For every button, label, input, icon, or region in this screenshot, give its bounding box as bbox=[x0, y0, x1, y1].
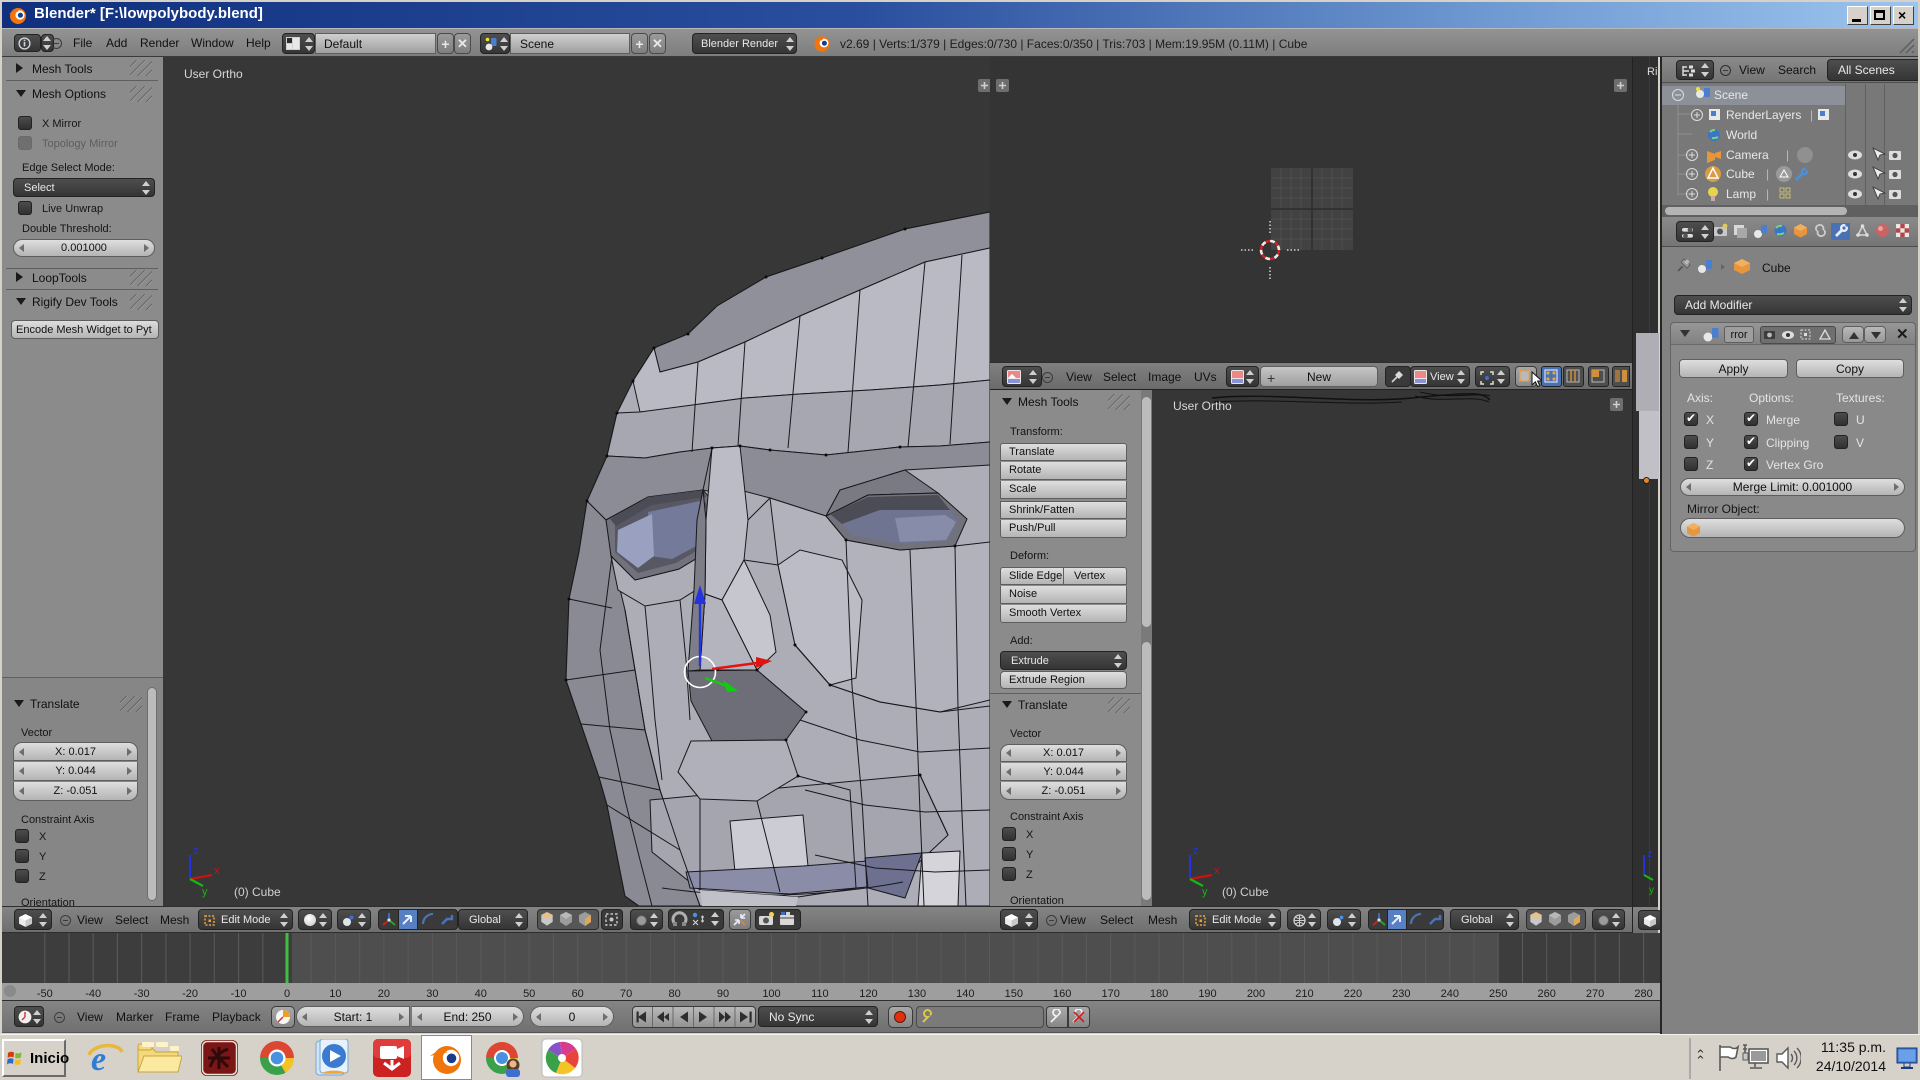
svg-text:z: z bbox=[1193, 845, 1199, 857]
svg-text:110: 110 bbox=[811, 988, 829, 1000]
svg-text:-40: -40 bbox=[85, 988, 101, 1000]
svg-text:y: y bbox=[1202, 886, 1208, 898]
svg-text:|: | bbox=[1786, 148, 1789, 162]
svg-text:Scene: Scene bbox=[1714, 88, 1748, 102]
svg-text:Camera: Camera bbox=[1726, 148, 1769, 162]
svg-text:x: x bbox=[214, 865, 220, 877]
svg-text:80: 80 bbox=[668, 988, 680, 1000]
svg-text:RenderLayers: RenderLayers bbox=[1726, 108, 1801, 122]
svg-text:|: | bbox=[1810, 108, 1813, 122]
svg-text:Lamp: Lamp bbox=[1726, 187, 1756, 201]
svg-text:100: 100 bbox=[762, 988, 780, 1000]
svg-text:10: 10 bbox=[329, 988, 341, 1000]
svg-text:y: y bbox=[202, 886, 208, 898]
svg-text:60: 60 bbox=[572, 988, 584, 1000]
svg-text:-30: -30 bbox=[134, 988, 150, 1000]
svg-text:90: 90 bbox=[717, 988, 729, 1000]
svg-text:260: 260 bbox=[1538, 988, 1556, 1000]
svg-text:190: 190 bbox=[1198, 988, 1216, 1000]
svg-text:Cube: Cube bbox=[1726, 167, 1755, 181]
svg-text:40: 40 bbox=[475, 988, 487, 1000]
svg-text:-50: -50 bbox=[37, 988, 53, 1000]
svg-text:240: 240 bbox=[1441, 988, 1459, 1000]
svg-text:120: 120 bbox=[859, 988, 877, 1000]
svg-text:z: z bbox=[1647, 849, 1652, 860]
svg-text:30: 30 bbox=[426, 988, 438, 1000]
svg-text:User Ortho: User Ortho bbox=[1173, 399, 1232, 413]
svg-text:z: z bbox=[193, 845, 199, 857]
svg-text:|: | bbox=[1766, 187, 1769, 201]
svg-text:World: World bbox=[1726, 128, 1757, 142]
svg-text:70: 70 bbox=[620, 988, 632, 1000]
svg-text:270: 270 bbox=[1586, 988, 1604, 1000]
svg-text:250: 250 bbox=[1489, 988, 1507, 1000]
svg-text:-10: -10 bbox=[231, 988, 247, 1000]
svg-text:(0) Cube: (0) Cube bbox=[1222, 885, 1269, 899]
svg-text:230: 230 bbox=[1392, 988, 1410, 1000]
svg-text:-20: -20 bbox=[182, 988, 198, 1000]
svg-text:200: 200 bbox=[1247, 988, 1265, 1000]
svg-text:220: 220 bbox=[1344, 988, 1362, 1000]
svg-text:y: y bbox=[1649, 885, 1654, 896]
svg-text:(0) Cube: (0) Cube bbox=[234, 885, 281, 899]
svg-text:50: 50 bbox=[523, 988, 535, 1000]
svg-text:180: 180 bbox=[1150, 988, 1168, 1000]
svg-text:280: 280 bbox=[1634, 988, 1652, 1000]
svg-text:210: 210 bbox=[1295, 988, 1313, 1000]
svg-text:130: 130 bbox=[908, 988, 926, 1000]
svg-text:150: 150 bbox=[1005, 988, 1023, 1000]
svg-text:x: x bbox=[1214, 865, 1220, 877]
svg-text:|: | bbox=[1766, 167, 1769, 181]
svg-text:170: 170 bbox=[1102, 988, 1120, 1000]
svg-text:140: 140 bbox=[956, 988, 974, 1000]
svg-text:20: 20 bbox=[378, 988, 390, 1000]
svg-text:160: 160 bbox=[1053, 988, 1071, 1000]
svg-text:User Ortho: User Ortho bbox=[184, 67, 243, 81]
svg-text:0: 0 bbox=[284, 988, 290, 1000]
